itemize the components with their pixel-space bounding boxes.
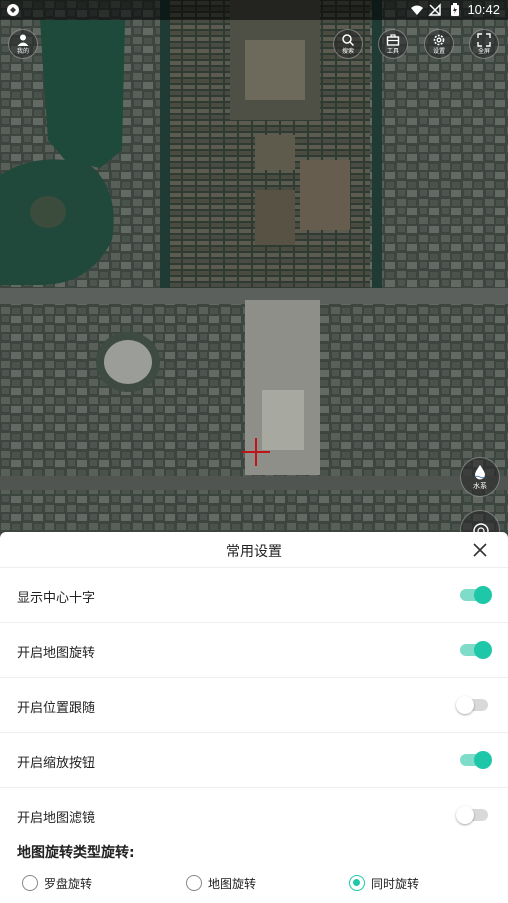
search-label: 搜索 (341, 48, 354, 55)
settings-label: 设置 (432, 48, 445, 55)
gear-icon (433, 34, 445, 46)
app-notification-icon (7, 4, 19, 16)
satellite-map[interactable] (0, 0, 508, 540)
radio-circle (22, 875, 38, 891)
expand-icon (477, 33, 491, 47)
tools-button[interactable]: 工具 (378, 29, 408, 59)
search-button[interactable]: 搜索 (333, 29, 363, 59)
no-signal-icon (428, 3, 441, 16)
water-drop-icon (474, 464, 486, 479)
water-layer-label: 水系 (473, 481, 487, 490)
radio-map-rotation[interactable]: 地图旋转 (186, 873, 256, 893)
setting-label: 开启地图滤镜 (17, 811, 96, 826)
radio-circle (186, 875, 202, 891)
clock-time: 10:42 (467, 2, 500, 17)
radio-label: 同时旋转 (371, 876, 420, 891)
zoom-buttons-toggle[interactable] (460, 751, 492, 769)
setting-row-location-follow: 开启位置跟随 (0, 678, 508, 733)
setting-row-map-rotation: 开启地图旋转 (0, 623, 508, 678)
radio-label: 地图旋转 (208, 876, 257, 891)
setting-label: 显示中心十字 (17, 591, 96, 606)
search-icon (342, 34, 355, 47)
common-settings-sheet: 常用设置 显示中心十字 开启地图旋转 开启位置跟随 开启缩放按钮 开启地图滤镜 … (0, 532, 508, 903)
profile-button[interactable]: 我的 (8, 29, 38, 59)
setting-row-map-filter: 开启地图滤镜 (0, 788, 508, 843)
rotation-type-radio-group: 罗盘旋转 地图旋转 同时旋转 (0, 871, 508, 895)
sheet-title: 常用设置 (226, 544, 282, 560)
tools-label: 工具 (386, 48, 399, 55)
map-filter-toggle[interactable] (456, 806, 488, 824)
fullscreen-button[interactable]: 全屏 (469, 29, 499, 59)
status-bar: 10:42 (0, 0, 508, 20)
setting-label: 开启缩放按钮 (17, 756, 96, 771)
center-crosshair-toggle[interactable] (460, 586, 492, 604)
radio-label: 罗盘旋转 (44, 876, 93, 891)
toolbox-icon (386, 34, 400, 46)
setting-label: 开启位置跟随 (17, 701, 96, 716)
setting-row-zoom-buttons: 开启缩放按钮 (0, 733, 508, 788)
settings-button[interactable]: 设置 (424, 29, 454, 59)
battery-icon (451, 3, 459, 16)
close-icon[interactable] (470, 540, 490, 560)
map-rotation-toggle[interactable] (460, 641, 492, 659)
fullscreen-label: 全屏 (477, 48, 490, 55)
setting-label: 开启地图旋转 (17, 646, 96, 661)
location-follow-toggle[interactable] (456, 696, 488, 714)
rotation-type-title: 地图旋转类型旋转: (17, 845, 135, 861)
wifi-icon (411, 5, 423, 15)
radio-simultaneous-rotation[interactable]: 同时旋转 (349, 873, 419, 893)
profile-label: 我的 (16, 48, 29, 55)
radio-circle (349, 875, 365, 891)
user-icon (17, 34, 29, 46)
setting-row-center-crosshair: 显示中心十字 (0, 568, 508, 623)
map-imagery (0, 0, 508, 540)
water-layer-button[interactable]: 水系 (460, 457, 500, 497)
sheet-header: 常用设置 (0, 532, 508, 568)
radio-compass-rotation[interactable]: 罗盘旋转 (22, 873, 92, 893)
